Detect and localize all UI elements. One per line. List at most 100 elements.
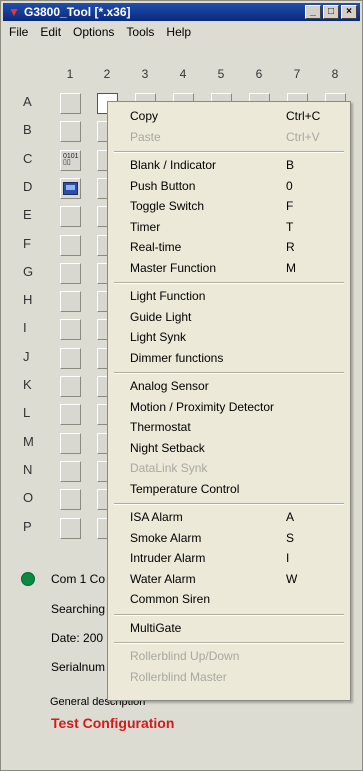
column-header: 1 — [66, 67, 74, 81]
row-label: G — [23, 263, 34, 279]
menu-separator — [114, 613, 344, 616]
grid-cell[interactable] — [60, 121, 81, 143]
context-menu-shortcut: M — [286, 260, 296, 275]
context-menu-item-label: Thermostat — [130, 420, 191, 434]
row-label: C — [23, 150, 33, 166]
grid-cell[interactable]: 0101 ▯▯ — [60, 149, 81, 171]
grid-cell[interactable] — [60, 262, 81, 284]
grid-cell[interactable] — [60, 291, 81, 313]
title-bar[interactable]: ▼ G3800_Tool [*.x36] _ □ × — [3, 3, 360, 21]
menu-help[interactable]: Help — [160, 23, 197, 43]
app-icon: ▼ — [8, 5, 20, 19]
context-menu-item[interactable]: MultiGate — [108, 619, 350, 638]
row-label: E — [23, 207, 32, 223]
grid-cell[interactable] — [60, 432, 81, 454]
context-menu-item: DataLink Synk — [108, 459, 350, 478]
menu-tools[interactable]: Tools — [120, 23, 160, 43]
menu-options[interactable]: Options — [67, 23, 120, 43]
context-menu-item[interactable]: Smoke Alarm S — [108, 529, 350, 548]
context-menu-item[interactable]: Dimmer functions — [108, 349, 350, 368]
context-menu-item[interactable]: Blank / Indicator B — [108, 156, 350, 175]
grid-cell[interactable] — [60, 93, 81, 114]
menu-separator — [114, 282, 344, 284]
status-searching: Searching — [51, 602, 106, 616]
context-menu-item[interactable]: Motion / Proximity Detector — [108, 398, 350, 417]
context-menu-item-label: Temperature Control — [130, 481, 240, 496]
context-menu-item[interactable]: Real-time R — [108, 238, 350, 257]
context-menu-item: Rollerblind Master — [108, 668, 350, 687]
context-menu-item[interactable]: Timer T — [108, 218, 350, 237]
context-menu-item[interactable]: Night Setback — [108, 439, 350, 458]
grid-cell[interactable] — [60, 517, 81, 539]
row-label: K — [23, 377, 32, 392]
menu-edit[interactable]: Edit — [34, 23, 67, 43]
column-header: 8 — [331, 67, 339, 81]
context-menu-item[interactable]: Temperature Control — [108, 480, 350, 499]
context-menu-item[interactable]: Common Siren — [108, 590, 350, 609]
minimize-button[interactable]: _ — [305, 5, 321, 19]
context-menu-item[interactable]: Push Button 0 — [108, 177, 350, 196]
context-menu-item: Paste Ctrl+V — [108, 128, 350, 147]
context-menu-item-label: Analog Sensor — [130, 379, 209, 393]
maximize-button[interactable]: □ — [323, 5, 339, 19]
row-label: M — [23, 433, 34, 449]
context-menu-item[interactable]: Analog Sensor — [108, 377, 350, 396]
status-com: Com 1 Co — [51, 572, 106, 586]
row-label: L — [23, 405, 31, 421]
context-menu-item[interactable]: Copy Ctrl+C — [108, 107, 350, 126]
context-menu-item-label: Real-time — [130, 240, 182, 254]
context-menu-item[interactable]: Light Function — [108, 287, 350, 306]
context-menu-item[interactable]: Guide Light — [108, 308, 350, 327]
grid-cell[interactable] — [60, 489, 81, 511]
context-menu-item-label: MultiGate — [130, 620, 182, 635]
context-menu-item[interactable]: Thermostat — [108, 418, 350, 437]
context-menu-item-label: Night Setback — [130, 440, 205, 455]
grid-cell[interactable] — [60, 319, 81, 341]
configuration-name: Test Configuration — [51, 715, 175, 731]
context-menu-item-label: Water Alarm — [130, 571, 196, 586]
row-label: D — [23, 178, 33, 194]
context-menu-item-label: Common Siren — [130, 592, 211, 606]
row-label: B — [23, 122, 32, 138]
status-led-icon — [21, 572, 35, 586]
context-menu-item-label: Dimmer functions — [130, 350, 224, 365]
context-menu-shortcut: S — [286, 530, 295, 545]
menu-file[interactable]: File — [3, 23, 34, 43]
grid-cell[interactable] — [60, 376, 81, 397]
context-menu-shortcut: A — [286, 510, 295, 524]
column-header: 2 — [103, 67, 111, 81]
context-menu-item-label: Push Button — [130, 178, 196, 193]
context-menu-shortcut: I — [286, 551, 290, 565]
context-menu-shortcut: R — [286, 240, 295, 254]
column-header: 6 — [255, 67, 263, 81]
row-label: A — [23, 94, 32, 109]
timer-module-icon: 0101 ▯▯ — [63, 152, 79, 166]
grid-cell[interactable] — [60, 404, 81, 426]
context-menu-item-label: Rollerblind Master — [130, 669, 227, 684]
context-menu-item[interactable]: Water Alarm W — [108, 570, 350, 589]
grid-cell[interactable] — [60, 206, 81, 228]
context-menu-item-label: Light Function — [130, 289, 206, 303]
context-menu-item-label: Copy — [130, 109, 159, 123]
row-label: F — [23, 235, 31, 251]
context-menu-item-label: Rollerblind Up/Down — [130, 649, 240, 663]
status-date: Date: 200 — [51, 631, 104, 645]
context-menu-item-label: Toggle Switch — [130, 199, 205, 213]
context-menu-item[interactable]: Intruder Alarm I — [108, 549, 350, 568]
close-button[interactable]: × — [341, 5, 357, 19]
context-menu-item[interactable]: ISA Alarm A — [108, 508, 350, 527]
context-menu-item[interactable]: Master Function M — [108, 259, 350, 278]
context-menu-item-label: ISA Alarm — [130, 510, 183, 524]
context-menu-item[interactable]: Light Synk — [108, 328, 350, 347]
context-menu-item[interactable]: Toggle Switch F — [108, 197, 350, 216]
grid-cell[interactable] — [60, 234, 81, 256]
context-menu-shortcut: B — [286, 158, 295, 172]
column-header: 3 — [141, 67, 149, 81]
grid-cell[interactable] — [60, 347, 81, 369]
menu-separator — [114, 372, 344, 374]
row-label: P — [23, 518, 32, 534]
grid-cell[interactable] — [60, 460, 81, 482]
context-menu-item-label: Blank / Indicator — [130, 158, 217, 172]
context-menu-item-label: Master Function — [130, 260, 217, 275]
grid-cell[interactable] — [60, 177, 81, 199]
